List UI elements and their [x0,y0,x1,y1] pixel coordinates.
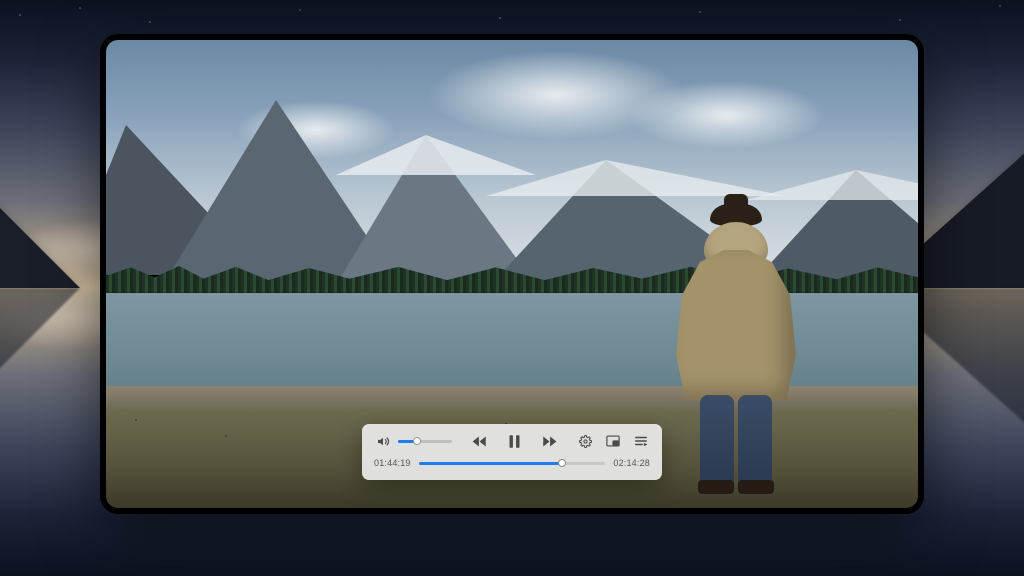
player-controls: 01:44:19 02:14:28 [362,424,662,480]
right-tool-group [576,432,650,450]
seek-fill [419,462,563,465]
seek-thumb[interactable] [558,459,566,467]
skip-back-icon[interactable] [470,432,488,450]
video-player-window[interactable]: 01:44:19 02:14:28 [100,34,924,514]
gear-icon[interactable] [576,432,594,450]
total-time: 02:14:28 [613,458,650,468]
wallpaper-mountain [0,168,80,288]
video-frame[interactable]: 01:44:19 02:14:28 [106,40,918,508]
desktop-wallpaper: 01:44:19 02:14:28 [0,0,1024,576]
video-cloud [626,80,826,150]
transport-controls [470,431,558,451]
volume-control[interactable] [374,432,452,450]
volume-thumb[interactable] [413,437,421,445]
wallpaper-mountain-reflection [0,288,80,408]
playlist-icon[interactable] [632,432,650,450]
current-time: 01:44:19 [374,458,411,468]
seek-bar[interactable] [419,462,606,465]
picture-in-picture-icon[interactable] [604,432,622,450]
skip-forward-icon[interactable] [540,432,558,450]
pause-icon[interactable] [504,431,524,451]
video-person [666,190,806,490]
volume-icon[interactable] [374,432,392,450]
volume-slider[interactable] [398,440,452,443]
